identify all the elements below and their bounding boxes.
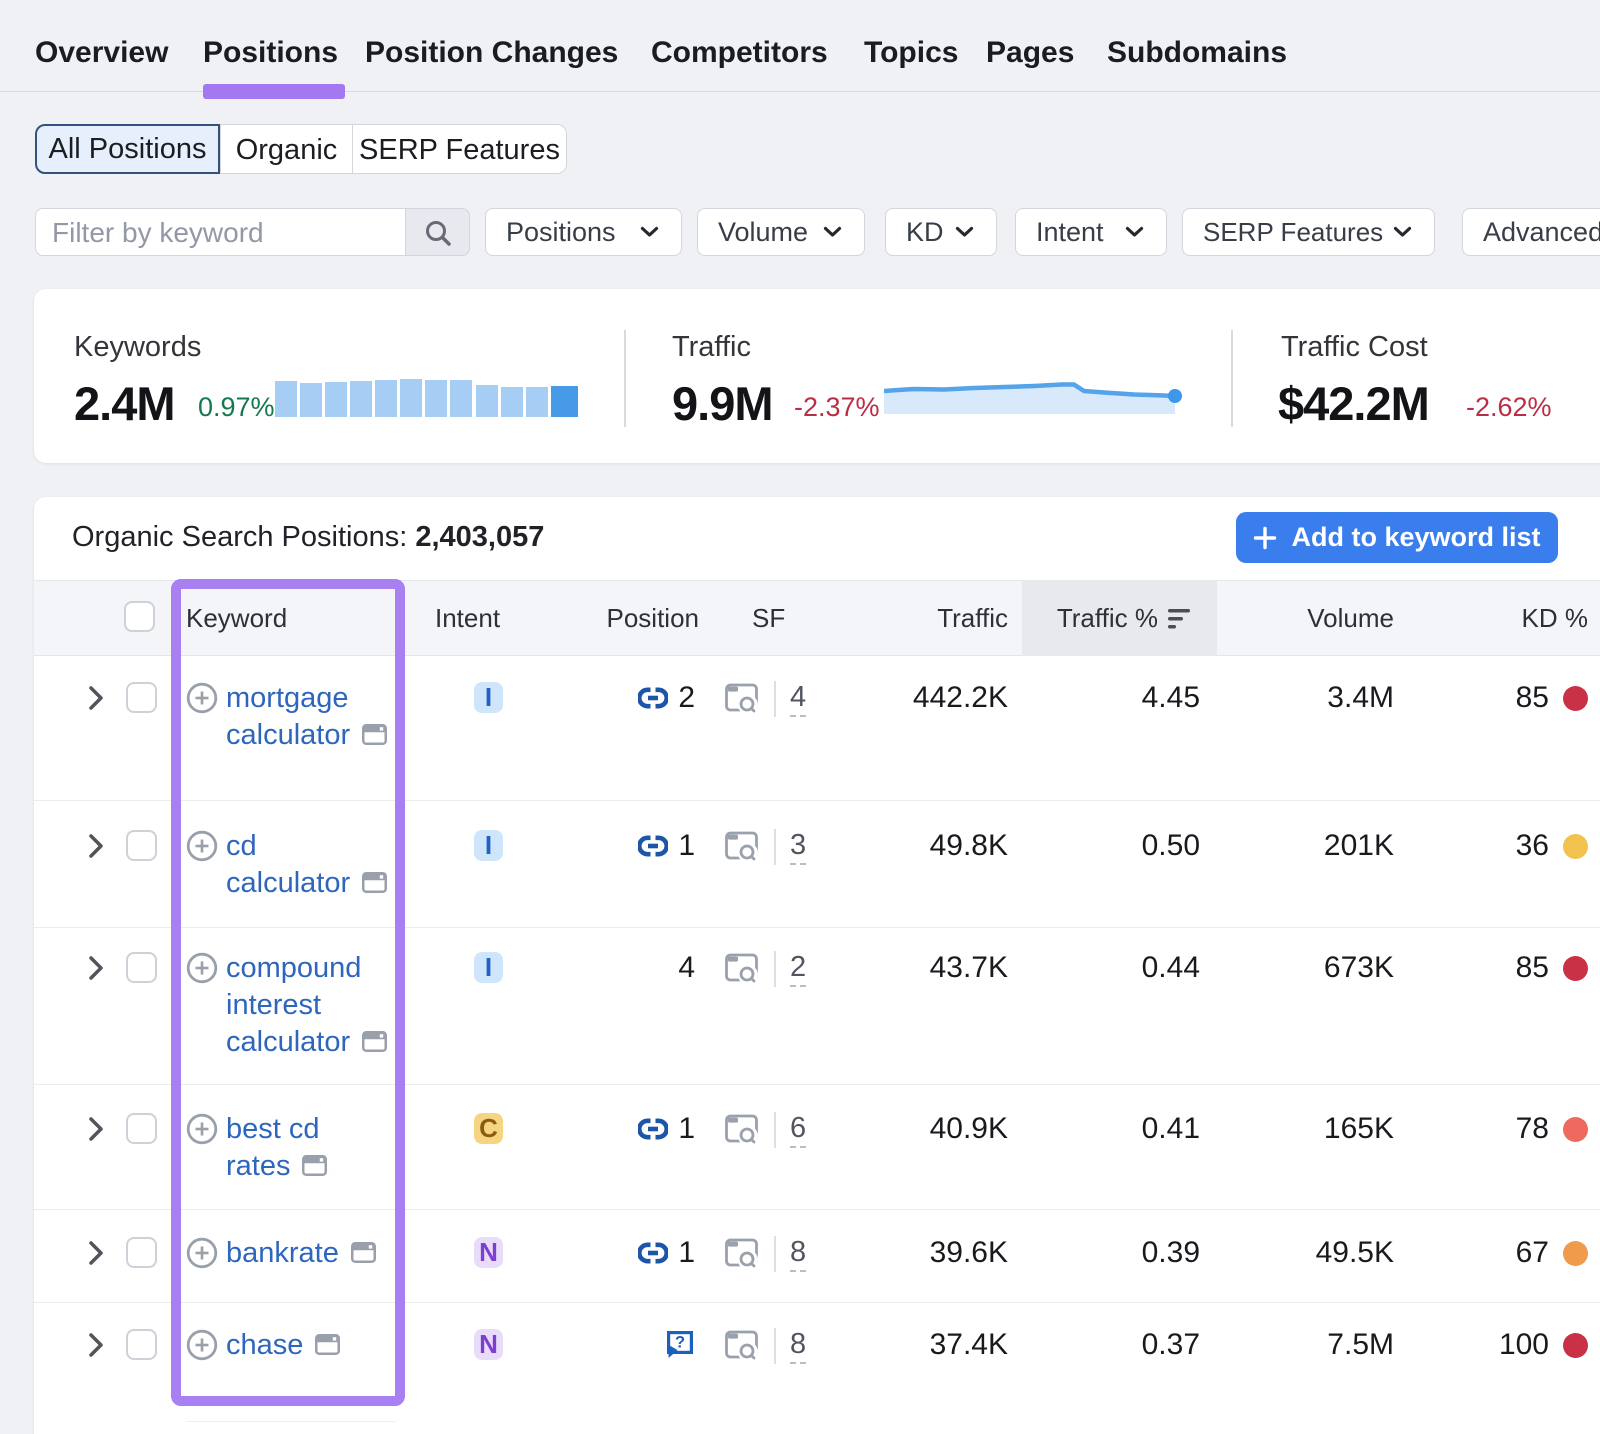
svg-text:?: ? <box>675 1334 685 1352</box>
